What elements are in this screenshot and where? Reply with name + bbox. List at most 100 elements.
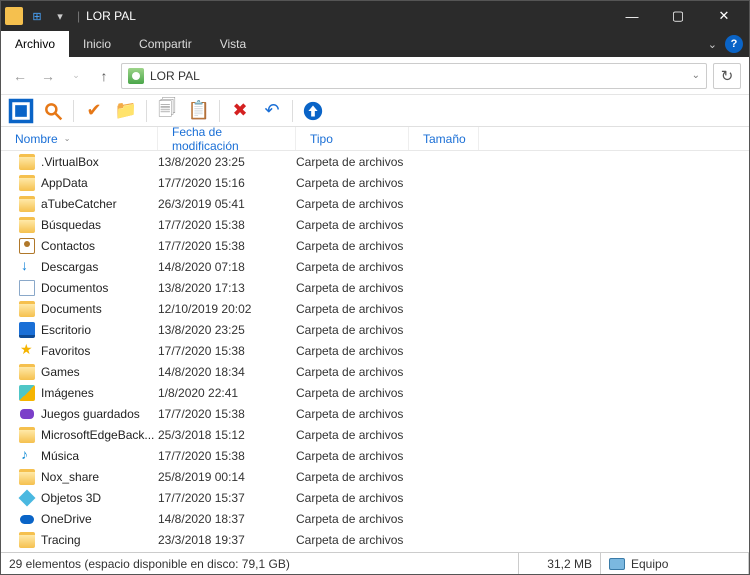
paste-button[interactable]: 📋 xyxy=(185,98,213,124)
folder-icon xyxy=(19,322,35,338)
table-row[interactable]: Games14/8/2020 18:34Carpeta de archivos xyxy=(1,361,749,382)
file-name: Escritorio xyxy=(41,323,158,337)
qat-icon-1[interactable]: ⊞ xyxy=(26,5,48,27)
tab-view[interactable]: Vista xyxy=(206,31,260,57)
file-date: 14/8/2020 18:37 xyxy=(158,512,296,526)
window-title: LOR PAL xyxy=(86,9,136,23)
file-name: Contactos xyxy=(41,239,158,253)
table-row[interactable]: Búsquedas17/7/2020 15:38Carpeta de archi… xyxy=(1,214,749,235)
table-row[interactable]: Descargas14/8/2020 07:18Carpeta de archi… xyxy=(1,256,749,277)
file-type: Carpeta de archivos xyxy=(296,428,476,442)
search-button[interactable] xyxy=(39,98,67,124)
delete-button[interactable]: ✖ xyxy=(226,98,254,124)
copy-button[interactable]: 🗐 xyxy=(153,98,181,124)
column-header-size[interactable]: Tamaño xyxy=(409,127,479,150)
folder-icon xyxy=(19,511,35,527)
recent-dropdown[interactable]: ⌄ xyxy=(65,65,87,87)
table-row[interactable]: Juegos guardados17/7/2020 15:38Carpeta d… xyxy=(1,403,749,424)
file-date: 14/8/2020 18:34 xyxy=(158,365,296,379)
qat-icon-2[interactable]: ▾ xyxy=(49,5,71,27)
upload-button[interactable] xyxy=(299,98,327,124)
table-row[interactable]: Favoritos17/7/2020 15:38Carpeta de archi… xyxy=(1,340,749,361)
table-row[interactable]: Objetos 3D17/7/2020 15:37Carpeta de arch… xyxy=(1,487,749,508)
window-controls: — ▢ ✕ xyxy=(609,1,747,31)
minimize-button[interactable]: — xyxy=(609,1,655,31)
select-all-button[interactable] xyxy=(7,98,35,124)
tab-share[interactable]: Compartir xyxy=(125,31,206,57)
file-date: 17/7/2020 15:16 xyxy=(158,176,296,190)
table-row[interactable]: MicrosoftEdgeBack...25/3/2018 15:12Carpe… xyxy=(1,424,749,445)
folder-icon xyxy=(19,217,35,233)
column-header-type[interactable]: Tipo xyxy=(296,127,409,150)
file-name: Favoritos xyxy=(41,344,158,358)
file-date: 13/8/2020 23:25 xyxy=(158,155,296,169)
maximize-button[interactable]: ▢ xyxy=(655,1,701,31)
file-type: Carpeta de archivos xyxy=(296,260,476,274)
column-header-name[interactable]: Nombre⌄ xyxy=(1,127,158,150)
check-button[interactable]: ✔ xyxy=(80,98,108,124)
tab-file[interactable]: Archivo xyxy=(1,31,69,57)
title-separator: | xyxy=(77,9,80,23)
file-name: .VirtualBox xyxy=(41,155,158,169)
new-folder-button[interactable]: 📁 xyxy=(112,98,140,124)
up-button[interactable]: ↑ xyxy=(93,65,115,87)
folder-icon xyxy=(19,196,35,212)
file-name: OneDrive xyxy=(41,512,158,526)
file-name: Descargas xyxy=(41,260,158,274)
table-row[interactable]: AppData17/7/2020 15:16Carpeta de archivo… xyxy=(1,172,749,193)
file-date: 17/7/2020 15:38 xyxy=(158,218,296,232)
file-date: 23/3/2018 19:37 xyxy=(158,533,296,547)
file-type: Carpeta de archivos xyxy=(296,344,476,358)
file-date: 17/7/2020 15:38 xyxy=(158,449,296,463)
back-button[interactable]: ← xyxy=(9,65,31,87)
file-type: Carpeta de archivos xyxy=(296,302,476,316)
file-type: Carpeta de archivos xyxy=(296,386,476,400)
folder-icon xyxy=(19,427,35,443)
file-name: Búsquedas xyxy=(41,218,158,232)
address-dropdown-icon[interactable]: ⌄ xyxy=(692,70,700,81)
table-row[interactable]: .VirtualBox13/8/2020 23:25Carpeta de arc… xyxy=(1,151,749,172)
table-row[interactable]: Nox_share25/8/2019 00:14Carpeta de archi… xyxy=(1,466,749,487)
file-type: Carpeta de archivos xyxy=(296,176,476,190)
tab-home[interactable]: Inicio xyxy=(69,31,125,57)
column-header-date[interactable]: Fecha de modificación xyxy=(158,127,296,150)
status-items: 29 elementos (espacio disponible en disc… xyxy=(1,553,519,574)
table-row[interactable]: Contactos17/7/2020 15:38Carpeta de archi… xyxy=(1,235,749,256)
file-type: Carpeta de archivos xyxy=(296,239,476,253)
file-name: Games xyxy=(41,365,158,379)
file-name: AppData xyxy=(41,176,158,190)
ribbon-expand-icon[interactable]: ⌄ xyxy=(708,38,717,51)
file-type: Carpeta de archivos xyxy=(296,512,476,526)
close-button[interactable]: ✕ xyxy=(701,1,747,31)
file-name: aTubeCatcher xyxy=(41,197,158,211)
file-type: Carpeta de archivos xyxy=(296,281,476,295)
file-list[interactable]: .VirtualBox13/8/2020 23:25Carpeta de arc… xyxy=(1,151,749,552)
folder-icon xyxy=(19,469,35,485)
undo-button[interactable]: ↶ xyxy=(258,98,286,124)
file-type: Carpeta de archivos xyxy=(296,491,476,505)
file-date: 17/7/2020 15:37 xyxy=(158,491,296,505)
forward-button[interactable]: → xyxy=(37,65,59,87)
folder-icon xyxy=(19,238,35,254)
help-icon[interactable]: ? xyxy=(725,35,743,53)
folder-icon xyxy=(19,175,35,191)
titlebar: ⊞ ▾ | LOR PAL — ▢ ✕ xyxy=(1,1,749,31)
sort-caret-icon: ⌄ xyxy=(64,134,71,143)
table-row[interactable]: OneDrive14/8/2020 18:37Carpeta de archiv… xyxy=(1,508,749,529)
app-icon[interactable] xyxy=(5,7,23,25)
table-row[interactable]: Tracing23/3/2018 19:37Carpeta de archivo… xyxy=(1,529,749,550)
table-row[interactable]: Música17/7/2020 15:38Carpeta de archivos xyxy=(1,445,749,466)
location-icon xyxy=(128,68,144,84)
file-name: Documents xyxy=(41,302,158,316)
table-row[interactable]: Documents12/10/2019 20:02Carpeta de arch… xyxy=(1,298,749,319)
table-row[interactable]: Imágenes1/8/2020 22:41Carpeta de archivo… xyxy=(1,382,749,403)
file-type: Carpeta de archivos xyxy=(296,323,476,337)
table-row[interactable]: Documentos13/8/2020 17:13Carpeta de arch… xyxy=(1,277,749,298)
file-date: 25/8/2019 00:14 xyxy=(158,470,296,484)
address-bar[interactable]: LOR PAL ⌄ xyxy=(121,63,707,89)
file-type: Carpeta de archivos xyxy=(296,533,476,547)
table-row[interactable]: aTubeCatcher26/3/2019 05:41Carpeta de ar… xyxy=(1,193,749,214)
table-row[interactable]: Escritorio13/8/2020 23:25Carpeta de arch… xyxy=(1,319,749,340)
folder-icon xyxy=(19,343,35,359)
refresh-button[interactable]: ↻ xyxy=(713,63,741,89)
